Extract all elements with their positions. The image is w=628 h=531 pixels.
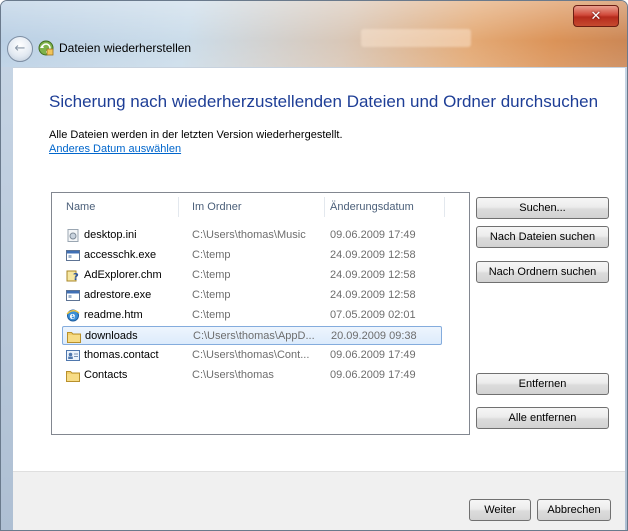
contact-icon — [66, 349, 80, 362]
remove-all-button[interactable]: Alle entfernen — [476, 407, 609, 429]
folder-icon — [66, 369, 80, 382]
file-date: 24.09.2009 12:58 — [330, 289, 416, 301]
file-name: downloads — [85, 330, 138, 342]
column-divider[interactable] — [178, 197, 179, 217]
file-list-row[interactable]: thomas.contact C:\Users\thomas\Cont... 09.… — [62, 346, 442, 365]
column-divider[interactable] — [444, 197, 445, 217]
file-folder: C:\Users\thomas\Music — [192, 229, 306, 241]
column-header-name[interactable]: Name — [66, 201, 95, 213]
file-folder: C:\temp — [192, 309, 231, 321]
info-text: Alle Dateien werden in der letzten Versi… — [49, 129, 343, 141]
window-title: Dateien wiederherstellen — [59, 41, 192, 55]
file-date: 24.09.2009 12:58 — [330, 269, 416, 281]
backup-restore-icon — [38, 40, 54, 56]
help-file-icon: ? — [66, 269, 80, 283]
file-date: 09.06.2009 17:49 — [330, 369, 416, 381]
file-list[interactable]: Name Im Ordner Änderungsdatum desktop.in… — [51, 192, 470, 435]
file-date: 09.06.2009 17:49 — [330, 229, 416, 241]
close-button[interactable]: ✕ — [573, 5, 619, 27]
file-folder: C:\temp — [192, 249, 231, 261]
title-bar-glass — [1, 1, 627, 67]
restore-files-window: ✕ ← Dateien wiederherstellen Sicherung n… — [0, 0, 628, 531]
file-name: Contacts — [84, 369, 128, 381]
file-list-row[interactable]: adrestore.exe C:\temp 24.09.2009 12:58 — [62, 286, 442, 305]
file-name: adrestore.exe — [84, 289, 152, 301]
file-list-row[interactable]: Contacts C:\Users\thomas 09.06.2009 17:49 — [62, 366, 442, 385]
search-files-button[interactable]: Nach Dateien suchen — [476, 226, 609, 248]
file-date: 07.05.2009 02:01 — [330, 309, 416, 321]
file-date: 24.09.2009 12:58 — [330, 249, 416, 261]
file-list-row[interactable]: desktop.ini C:\Users\thomas\Music 09.06.20… — [62, 226, 442, 245]
file-list-row[interactable]: accesschk.exe C:\temp 24.09.2009 12:58 — [62, 246, 442, 265]
folder-icon — [67, 330, 81, 343]
back-button[interactable]: ← — [7, 36, 33, 62]
file-list-row[interactable]: downloads C:\Users\thomas\AppD... 20.09.20… — [62, 326, 442, 345]
file-date: 20.09.2009 09:38 — [331, 330, 417, 342]
ie-icon: e — [66, 309, 80, 322]
file-name: thomas.contact — [84, 349, 159, 361]
back-arrow-icon: ← — [14, 41, 26, 56]
file-folder: C:\Users\thomas\Cont... — [192, 349, 310, 361]
file-list-row[interactable]: ? AdExplorer.chm C:\temp 24.09.2009 12:58 — [62, 266, 442, 285]
settings-file-icon — [66, 229, 80, 242]
file-folder: C:\Users\thomas — [192, 369, 274, 381]
background-blur — [361, 29, 471, 47]
exe-icon — [66, 249, 80, 262]
svg-text:?: ? — [73, 272, 79, 282]
file-name: accesschk.exe — [84, 249, 157, 261]
file-folder: C:\Users\thomas\AppD... — [193, 330, 315, 342]
cancel-button[interactable]: Abbrechen — [537, 499, 611, 521]
file-name: readme.htm — [84, 309, 143, 321]
svg-text:e: e — [70, 312, 76, 322]
search-button[interactable]: Suchen... — [476, 197, 609, 219]
remove-button[interactable]: Entfernen — [476, 373, 609, 395]
file-folder: C:\temp — [192, 269, 231, 281]
column-header-date[interactable]: Änderungsdatum — [330, 201, 414, 213]
choose-date-link[interactable]: Anderes Datum auswählen — [49, 143, 181, 155]
file-name: desktop.ini — [84, 229, 137, 241]
file-date: 09.06.2009 17:49 — [330, 349, 416, 361]
main-content: Sicherung nach wiederherzustellenden Dat… — [13, 67, 625, 472]
file-folder: C:\temp — [192, 289, 231, 301]
page-title: Sicherung nach wiederherzustellenden Dat… — [49, 92, 599, 111]
dialog-footer: Weiter Abbrechen — [13, 471, 625, 530]
column-divider[interactable] — [324, 197, 325, 217]
exe-icon — [66, 289, 80, 302]
next-button[interactable]: Weiter — [469, 499, 531, 521]
close-icon: ✕ — [590, 8, 602, 24]
file-list-row[interactable]: e readme.htm C:\temp 07.05.2009 02:01 — [62, 306, 442, 325]
file-name: AdExplorer.chm — [84, 269, 162, 281]
search-folders-button[interactable]: Nach Ordnern suchen — [476, 261, 609, 283]
column-header-folder[interactable]: Im Ordner — [192, 201, 242, 213]
title-bar: ✕ ← Dateien wiederherstellen — [1, 1, 627, 67]
